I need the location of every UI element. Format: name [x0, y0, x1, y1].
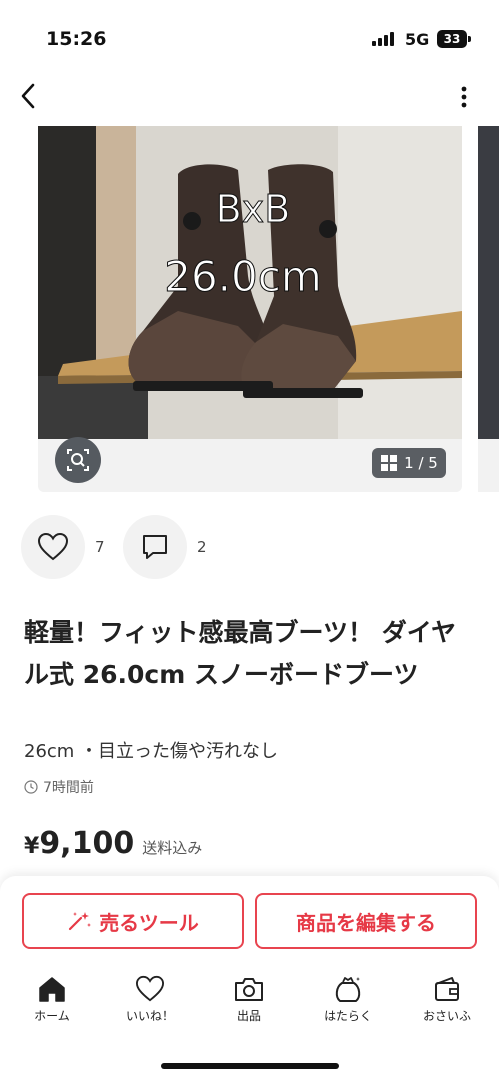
grid-icon	[381, 455, 398, 471]
sell-tool-label: 売るツール	[99, 910, 199, 935]
edit-item-label: 商品を編集する	[296, 910, 436, 935]
heart-icon	[135, 975, 165, 1002]
home-indicator	[161, 1063, 339, 1069]
nav-wallet[interactable]: おさいふ	[412, 975, 482, 1024]
nav-likes-label: いいね！	[125, 1009, 174, 1023]
photo-overlay-line2: 26.0cm	[164, 252, 322, 301]
magic-wand-icon	[69, 912, 92, 931]
wallet-icon	[435, 977, 459, 1001]
comment-button[interactable]	[123, 515, 187, 579]
battery-icon: 33	[437, 30, 467, 48]
nav-work[interactable]: はたらく	[313, 975, 383, 1024]
back-button[interactable]	[14, 80, 42, 112]
photo-overlay-line1: BxB	[216, 187, 291, 231]
boots-photo: BxB 26.0cm	[38, 126, 462, 439]
price-row: ¥ 9,100 送料込み	[24, 826, 202, 861]
item-condition: 26cm ・目立った傷や汚れなし	[24, 741, 279, 762]
status-time: 15:26	[46, 28, 107, 50]
posted-time: 7時間前	[24, 777, 94, 797]
comments-count: 2	[197, 538, 207, 556]
price-symbol: ¥	[24, 834, 40, 859]
camera-icon	[235, 978, 263, 1001]
price-value: 9,100	[39, 826, 135, 861]
more-options-button[interactable]	[452, 82, 476, 112]
item-title: 軽量！フィット感最高ブーツ！ ダイヤル式 26.0cm スノーボードブーツ	[24, 618, 456, 689]
nav-likes[interactable]: いいね！	[115, 975, 185, 1024]
like-button[interactable]	[21, 515, 85, 579]
nav-wallet-label: おさいふ	[422, 1009, 471, 1023]
next-card-peek	[478, 439, 499, 492]
nav-sell-label: 出品	[236, 1009, 261, 1023]
clock-icon	[24, 780, 38, 794]
nav-home-label: ホーム	[34, 1009, 70, 1023]
nav-sell[interactable]: 出品	[214, 975, 284, 1024]
nav-work-label: はたらく	[324, 1009, 372, 1023]
nav-home[interactable]: ホーム	[17, 975, 87, 1024]
next-photo-peek[interactable]	[478, 126, 499, 439]
network-label: 5G	[405, 30, 430, 49]
heart-icon	[37, 532, 69, 561]
more-vertical-icon	[461, 86, 467, 108]
shipping-label: 送料込み	[142, 839, 203, 857]
photo-counter-text: 1 / 5	[404, 454, 438, 472]
comment-icon	[143, 535, 167, 559]
home-icon	[39, 977, 65, 1002]
bag-icon	[335, 977, 361, 1002]
chevron-left-icon	[21, 83, 35, 109]
edit-item-button[interactable]: 商品を編集する	[255, 893, 477, 949]
product-photo[interactable]: BxB 26.0cm	[38, 126, 462, 439]
likes-count: 7	[95, 538, 105, 556]
photo-counter[interactable]: 1 / 5	[372, 448, 446, 478]
battery-tip	[468, 36, 471, 42]
image-search-button[interactable]	[55, 437, 101, 483]
image-search-icon	[67, 449, 89, 471]
signal-icon	[372, 32, 394, 46]
posted-time-text: 7時間前	[43, 780, 94, 796]
sell-tool-button[interactable]: 売るツール	[22, 893, 244, 949]
